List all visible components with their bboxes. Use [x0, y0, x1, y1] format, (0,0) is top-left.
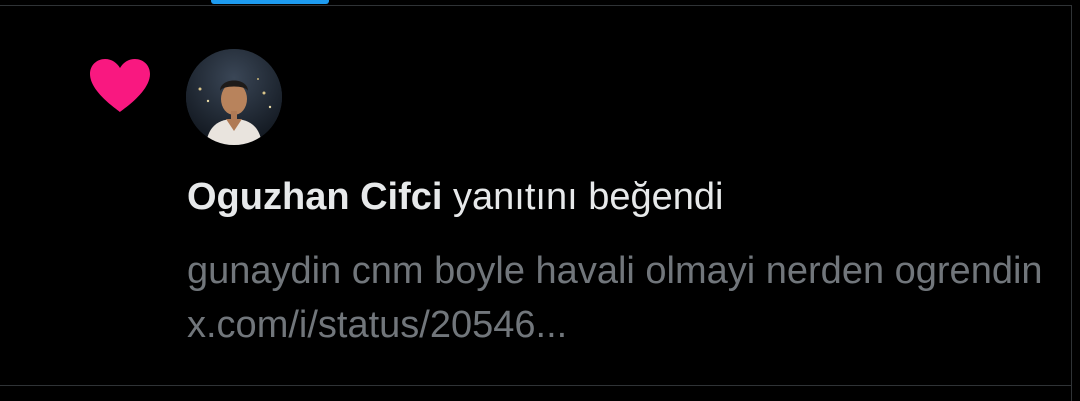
- bottom-divider: [0, 385, 1072, 386]
- notification-headline: Oguzhan Cifci yanıtını beğendi: [187, 172, 723, 222]
- active-tab-indicator: [211, 0, 329, 4]
- avatar[interactable]: [186, 49, 282, 145]
- right-divider: [1071, 5, 1072, 401]
- heart-icon: [88, 58, 152, 114]
- liked-tweet-preview[interactable]: gunaydin cnm boyle havali olmayi nerden …: [187, 244, 1057, 352]
- user-name-link[interactable]: Oguzhan Cifci: [187, 176, 442, 218]
- like-notification[interactable]: Oguzhan Cifci yanıtını beğendi gunaydin …: [0, 6, 1071, 385]
- notification-action-text: yanıtını beğendi: [453, 176, 724, 218]
